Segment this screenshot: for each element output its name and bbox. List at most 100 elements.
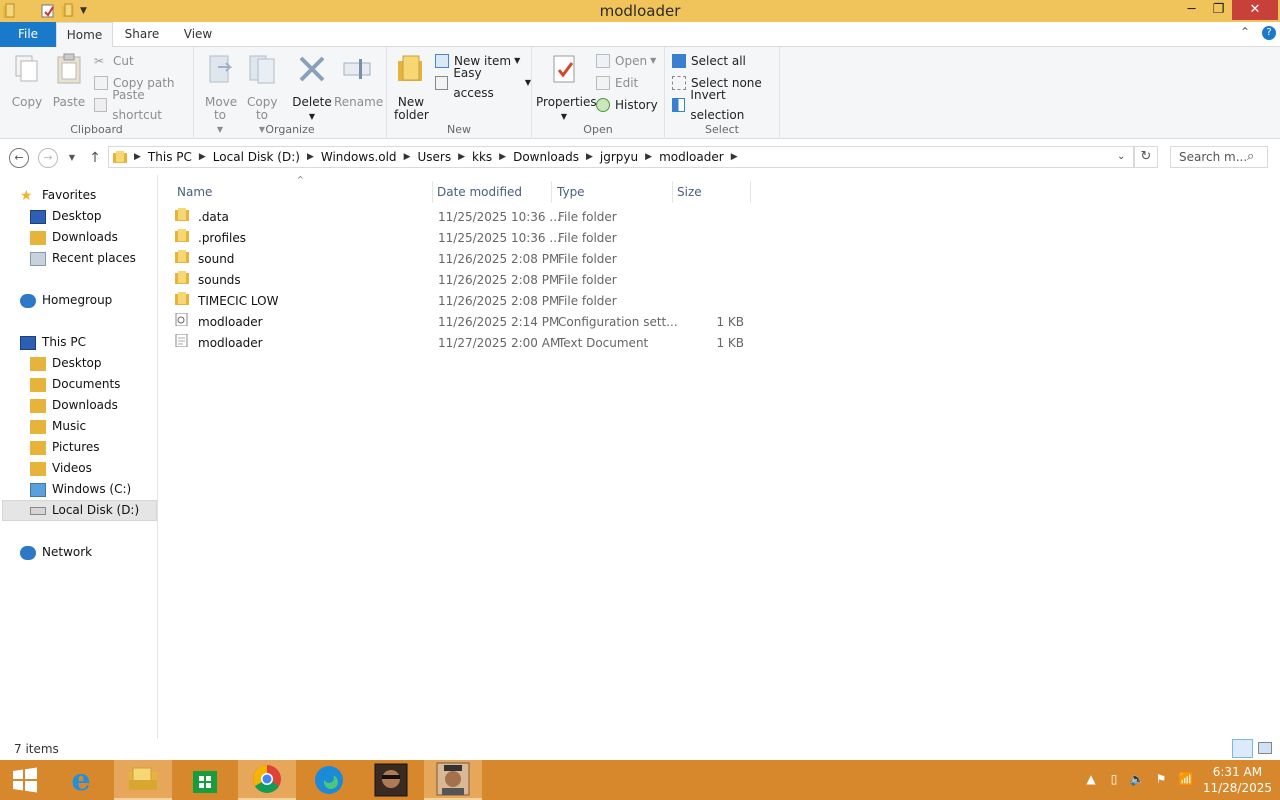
new-group: New folder New item ▼ Easy access ▼ New xyxy=(387,47,532,139)
column-header-size[interactable]: Size xyxy=(673,181,751,203)
paste-button[interactable]: Paste xyxy=(50,53,88,109)
tab-home[interactable]: Home xyxy=(56,22,113,48)
file-row[interactable]: sounds 11/26/2025 2:08 PM File folder xyxy=(175,270,755,291)
breadcrumb-item[interactable]: Local Disk (D:) xyxy=(206,150,307,164)
file-row[interactable]: modloader 11/26/2025 2:14 PM Configuration… xyxy=(175,312,755,333)
address-dropdown-icon[interactable]: ⌄ xyxy=(1117,151,1125,162)
new-folder-button[interactable]: New folder xyxy=(393,53,429,122)
file-row[interactable]: modloader 11/27/2025 2:00 AM Text Document… xyxy=(175,333,755,354)
taskbar-internet-explorer[interactable]: e xyxy=(52,760,110,800)
forward-icon[interactable]: → xyxy=(38,148,58,168)
refresh-icon[interactable]: ↻ xyxy=(1134,146,1158,168)
paste-shortcut-button[interactable]: Paste shortcut xyxy=(94,88,193,122)
back-icon[interactable]: ← xyxy=(9,148,29,168)
file-row[interactable]: sound 11/26/2025 2:08 PM File folder xyxy=(175,249,755,270)
nav-network[interactable]: Network xyxy=(20,542,92,563)
taskbar-store[interactable] xyxy=(176,760,234,800)
nav-homegroup[interactable]: Homegroup xyxy=(20,290,112,311)
videos-folder-icon xyxy=(30,461,46,476)
breadcrumb-separator-icon[interactable]: ▶ xyxy=(199,152,206,162)
breadcrumb-item[interactable]: Windows.old xyxy=(314,150,404,164)
breadcrumb-item[interactable]: jgrpyu xyxy=(593,150,645,164)
easy-access-button[interactable]: Easy access ▼ xyxy=(435,66,531,100)
cut-button[interactable]: ✂ Cut xyxy=(94,51,134,71)
breadcrumb-separator-icon[interactable]: ▶ xyxy=(499,152,506,162)
column-header-date[interactable]: Date modified xyxy=(433,181,552,203)
maximize-icon[interactable]: ❐ xyxy=(1205,0,1232,20)
delete-button[interactable]: Delete ▼ xyxy=(292,53,332,123)
folder-icon xyxy=(175,292,189,305)
volume-icon[interactable]: 🔈 xyxy=(1129,772,1145,788)
breadcrumb-separator-icon[interactable]: ▶ xyxy=(586,152,593,162)
breadcrumb-separator-icon[interactable]: ▶ xyxy=(458,152,465,162)
nav-favorites[interactable]: ★ Favorites xyxy=(20,185,96,206)
nav-fav-desktop[interactable]: Desktop xyxy=(30,206,102,227)
clock[interactable]: 6:31 AM 11/28/2025 xyxy=(1203,764,1272,796)
breadcrumb-item[interactable]: This PC xyxy=(141,150,199,164)
copy-icon xyxy=(15,55,38,82)
move-to-icon xyxy=(209,55,233,83)
column-header-name[interactable]: Name xyxy=(173,181,433,203)
taskbar-edge[interactable] xyxy=(300,760,358,800)
ribbon-tabs: File Home Share View ⌃ ? xyxy=(0,22,1280,48)
edge-icon xyxy=(315,766,343,794)
minimize-icon[interactable]: ─ xyxy=(1178,0,1205,20)
network-signal-icon[interactable]: 📶 xyxy=(1178,772,1194,788)
breadcrumb-item[interactable]: Users xyxy=(410,150,458,164)
nav-pc-documents[interactable]: Documents xyxy=(30,374,120,395)
nav-pc-pictures[interactable]: Pictures xyxy=(30,437,100,458)
breadcrumb-item[interactable]: modloader xyxy=(652,150,731,164)
large-icons-view-icon[interactable] xyxy=(1258,742,1272,754)
taskbar-game-app-1[interactable] xyxy=(362,760,420,800)
nav-fav-downloads[interactable]: Downloads xyxy=(30,227,118,248)
up-arrow-icon[interactable]: ↑ xyxy=(85,148,105,168)
taskbar-game-app-2[interactable] xyxy=(424,760,482,800)
breadcrumb-separator-icon[interactable]: ▶ xyxy=(731,152,738,162)
nav-recent-places[interactable]: Recent places xyxy=(30,248,136,269)
copy-button[interactable]: Copy xyxy=(8,53,46,109)
breadcrumb-separator-icon[interactable]: ▶ xyxy=(307,152,314,162)
history-button[interactable]: History xyxy=(596,95,658,115)
tab-share[interactable]: Share xyxy=(116,22,168,47)
details-view-icon[interactable] xyxy=(1232,739,1253,758)
start-button[interactable] xyxy=(0,760,50,800)
tab-view[interactable]: View xyxy=(172,22,224,47)
edit-button[interactable]: Edit xyxy=(596,73,638,93)
select-all-button[interactable]: Select all xyxy=(672,51,746,71)
invert-selection-button[interactable]: Invert selection xyxy=(672,88,779,122)
breadcrumb-separator-icon[interactable]: ▶ xyxy=(134,152,141,162)
windows-logo-icon xyxy=(13,767,37,793)
search-icon[interactable]: ⌕ xyxy=(1247,149,1254,164)
taskbar-chrome[interactable] xyxy=(238,760,296,800)
pictures-folder-icon xyxy=(30,440,46,455)
action-center-flag-icon[interactable]: ⚑ xyxy=(1153,772,1169,788)
breadcrumb-item[interactable]: Downloads xyxy=(506,150,586,164)
new-folder-icon xyxy=(398,55,422,81)
column-header-type[interactable]: Type xyxy=(553,181,673,203)
file-row[interactable]: .data 11/25/2025 10:36 ... File folder xyxy=(175,207,755,228)
nav-pc-desktop[interactable]: Desktop xyxy=(30,353,102,374)
rename-button[interactable]: Rename xyxy=(334,53,383,109)
tab-file[interactable]: File xyxy=(0,22,56,47)
help-icon[interactable]: ? xyxy=(1262,26,1276,40)
file-row[interactable]: TIMECIC LOW 11/26/2025 2:08 PM File folder xyxy=(175,291,755,312)
nav-pc-music[interactable]: Music xyxy=(30,416,86,437)
nav-drive-d[interactable]: Local Disk (D:) xyxy=(2,500,157,521)
file-row[interactable]: .profiles 11/25/2025 10:36 ... File folder xyxy=(175,228,755,249)
device-tray-icon[interactable]: ▯ xyxy=(1106,772,1122,788)
recent-locations-chevron-icon[interactable]: ▼ xyxy=(62,148,82,168)
taskbar-file-explorer[interactable] xyxy=(114,760,172,800)
nav-this-pc[interactable]: This PC xyxy=(20,332,86,353)
properties-button[interactable]: Properties ▼ xyxy=(536,53,597,123)
nav-drive-c[interactable]: Windows (C:) xyxy=(30,479,131,500)
nav-pc-downloads[interactable]: Downloads xyxy=(30,395,118,416)
close-icon[interactable]: ✕ xyxy=(1232,0,1278,20)
breadcrumb-separator-icon[interactable]: ▶ xyxy=(404,152,411,162)
nav-pc-videos[interactable]: Videos xyxy=(30,458,92,479)
folder-location-icon xyxy=(113,151,127,163)
breadcrumb-separator-icon[interactable]: ▶ xyxy=(645,152,652,162)
open-button[interactable]: Open ▼ xyxy=(596,51,656,71)
breadcrumb-item[interactable]: kks xyxy=(465,150,499,164)
ribbon-expand-icon[interactable]: ⌃ xyxy=(1240,25,1250,39)
show-hidden-icons-chevron-icon[interactable]: ▲ xyxy=(1083,772,1099,788)
